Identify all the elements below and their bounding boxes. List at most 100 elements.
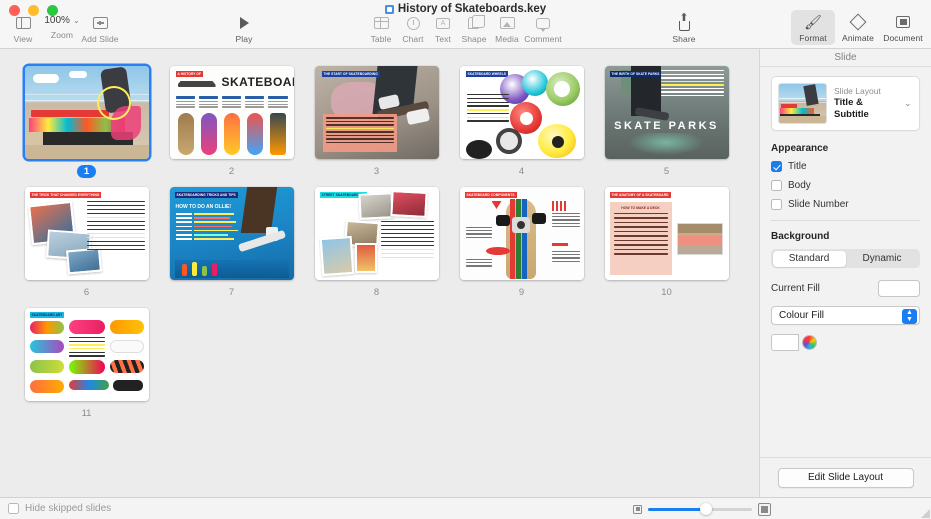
shape-label: Shape [461,34,486,44]
fill-color-row [771,334,920,351]
segment-dynamic[interactable]: Dynamic [846,251,919,267]
slide-number-11: 11 [82,407,92,420]
slide-layout-thumbnail [778,83,827,124]
background-section-title: Background [771,231,920,242]
title-checkbox[interactable] [771,161,782,172]
slide-layout-value: Title & Subtitle [834,97,897,121]
document-button[interactable]: Document [881,10,925,45]
current-fill-swatch[interactable] [878,280,920,297]
slide-thumbnail-9[interactable]: SKATEBOARD COMPONENTS [449,184,594,299]
fill-type-select[interactable]: Colour Fill ▲▼ [771,306,920,325]
slide-thumbnail-5[interactable]: THE BIRTH OF SKATE PARKS [594,63,739,178]
color-wheel-icon[interactable] [802,335,817,350]
slide-thumbnail-6[interactable]: THE TRICK THAT CHANGED EVERYTHING [14,184,159,299]
slide-thumbnail-10[interactable]: THE ANATOMY OF A SKATEBOARD HOW TO MAKE … [594,184,739,299]
chevron-updown-icon[interactable]: ▲▼ [902,309,917,324]
appearance-title-row[interactable]: Title [771,161,920,172]
slide-number-10: 10 [661,286,672,299]
edit-slide-layout-button[interactable]: Edit Slide Layout [778,468,914,488]
slide-layout-card[interactable]: Slide Layout Title & Subtitle ⌄ [771,76,920,131]
hide-skipped-slides-row[interactable]: Hide skipped slides [8,503,111,514]
appearance-body-row[interactable]: Body [771,180,920,191]
slide-4-canvas: SKATEBOARD WHEELS [460,66,584,159]
shape-icon [468,14,480,32]
comment-icon [536,14,550,32]
body-checkbox-label: Body [788,180,811,191]
share-icon [678,14,691,32]
diamond-icon [852,13,864,31]
slide-5-canvas: THE BIRTH OF SKATE PARKS [605,66,729,159]
inspector-tab-slide[interactable]: Slide [760,49,931,67]
add-slide-button[interactable]: Add Slide [77,14,123,44]
slide-thumbnail-3[interactable]: THE START OF SKATEBOARDING [304,63,449,178]
play-button[interactable]: Play [221,14,267,44]
slide-thumbnail-11[interactable]: SKATEBOARD ART [14,305,159,420]
media-icon [500,14,515,32]
fill-type-value: Colour Fill [779,310,824,321]
appearance-slide-number-row[interactable]: Slide Number [771,199,920,210]
animate-button[interactable]: Animate [836,10,880,45]
zoom-value-button[interactable]: 100% ⌄ [44,15,79,26]
slide-number-6: 6 [84,286,89,299]
slide-grid: 1 A HISTORY OF SKATEBOARDS [14,63,759,426]
table-icon [374,14,389,32]
slide-number-2: 2 [229,165,234,178]
current-fill-row: Current Fill [771,280,920,297]
slide-10-canvas: THE ANATOMY OF A SKATEBOARD HOW TO MAKE … [605,187,729,280]
thumbnail-size-slider[interactable] [633,498,771,519]
share-label: Share [672,34,695,44]
appearance-section-title: Appearance [771,143,920,154]
format-button[interactable]: 🖌 Format [791,10,835,45]
format-inspector: Slide Slide Layout Ti [760,49,931,497]
slide-thumbnail-2[interactable]: A HISTORY OF SKATEBOARDS [159,63,304,178]
large-thumbnail-icon[interactable] [758,503,771,516]
slide-11-canvas: SKATEBOARD ART [25,308,149,401]
slider-fill [648,508,706,511]
chevron-down-icon[interactable]: ⌄ [904,98,913,109]
slide-3-canvas: THE START OF SKATEBOARDING [315,66,439,159]
keynote-doc-icon [385,5,394,14]
slide-number-7: 7 [229,286,234,299]
slide-thumbnail-4[interactable]: SKATEBOARD WHEELS [449,63,594,178]
fill-color-swatch[interactable] [771,334,799,351]
slide-number-8: 8 [374,286,379,299]
chart-icon [407,14,420,32]
document-label: Document [883,33,923,43]
segment-standard[interactable]: Standard [773,251,846,267]
slide-number-checkbox-label: Slide Number [788,199,849,210]
slide-6-canvas: THE TRICK THAT CHANGED EVERYTHING [25,187,149,280]
slide-number-9: 9 [519,286,524,299]
toolbar: History of Skateboards.key View 100% ⌄ Z… [0,0,931,49]
inspector-footer: Edit Slide Layout [760,457,931,497]
play-icon [240,14,249,32]
current-fill-label: Current Fill [771,283,820,294]
slide-number-3: 3 [374,165,379,178]
slide-navigator[interactable]: 1 A HISTORY OF SKATEBOARDS [0,49,760,497]
share-button[interactable]: Share [661,14,707,44]
paintbrush-icon: 🖌 [804,13,822,31]
table-label: Table [371,34,392,44]
background-mode-segmented-control[interactable]: Standard Dynamic [771,249,920,268]
body-checkbox[interactable] [771,180,782,191]
small-thumbnail-icon[interactable] [633,505,642,514]
slider-track[interactable] [648,508,752,511]
title-checkbox-label: Title [788,161,807,172]
inspector-toggle-group: 🖌 Format Animate Document [791,10,925,45]
slide-1-canvas [25,66,149,159]
resize-handle[interactable] [917,505,931,519]
slide-thumbnail-1[interactable]: 1 [14,63,159,178]
insert-comment-button[interactable]: Comment [520,14,566,44]
zoom-label: Zoom [51,30,73,40]
slide-8-canvas: STREET SKATEBOARDING [315,187,439,280]
slide-thumbnail-8[interactable]: STREET SKATEBOARDING [304,184,449,299]
play-label: Play [236,34,253,44]
hide-skipped-slides-checkbox[interactable] [8,503,19,514]
slide-number-checkbox[interactable] [771,199,782,210]
slide-thumbnail-7[interactable]: SKATEBOARDING TRICKS AND TIPS HOW TO DO … [159,184,304,299]
slide-2-canvas: A HISTORY OF SKATEBOARDS [170,66,294,159]
slide-7-canvas: SKATEBOARDING TRICKS AND TIPS HOW TO DO … [170,187,294,280]
slider-knob[interactable] [700,503,712,515]
slide-number-4: 4 [519,165,524,178]
plus-box-icon [93,14,108,32]
text-icon: A [436,14,450,32]
